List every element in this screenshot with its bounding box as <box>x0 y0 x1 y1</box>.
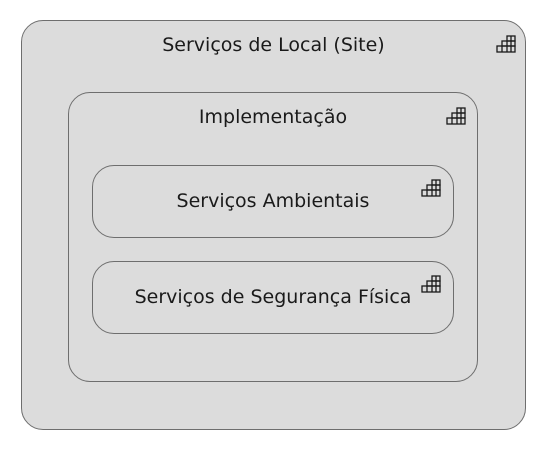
grid-icon <box>444 104 468 128</box>
physical-security-services-label: Serviços de Segurança Física <box>134 286 412 308</box>
grid-icon <box>419 272 443 296</box>
environmental-services-node[interactable]: Serviços Ambientais <box>92 165 454 238</box>
grid-icon <box>419 176 443 200</box>
grid-icon <box>494 32 518 56</box>
environmental-services-label: Serviços Ambientais <box>176 190 370 212</box>
implementation-label: Implementação <box>198 106 348 128</box>
site-services-label: Serviços de Local (Site) <box>162 34 385 56</box>
physical-security-services-node[interactable]: Serviços de Segurança Física <box>92 261 454 334</box>
